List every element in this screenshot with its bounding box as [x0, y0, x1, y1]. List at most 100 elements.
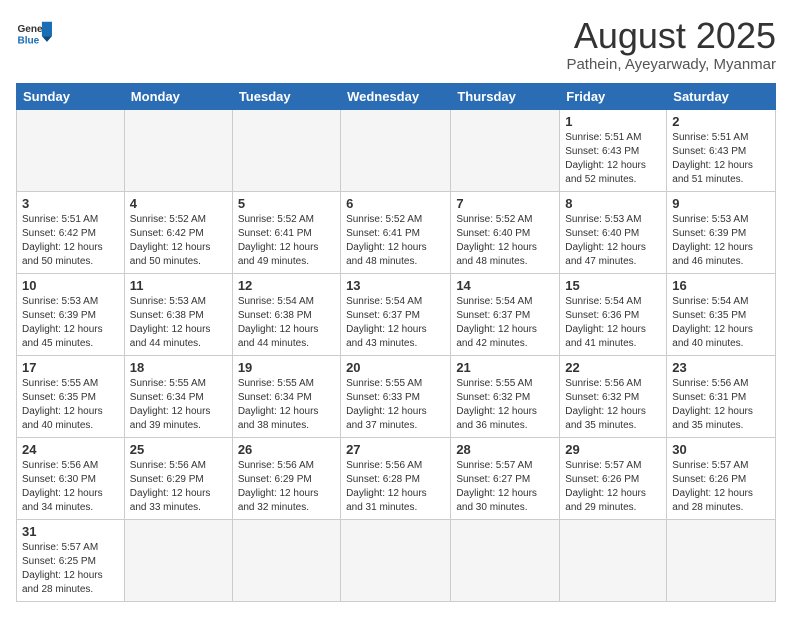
calendar-cell: 1Sunrise: 5:51 AM Sunset: 6:43 PM Daylig…: [560, 109, 667, 191]
calendar-cell: 13 Sunrise: 5:54 AM Sunset: 6:37 PM Dayli…: [341, 273, 451, 355]
calendar-title: August 2025: [566, 16, 776, 56]
day-number: 5: [238, 196, 335, 211]
calendar-cell: 21 Sunrise: 5:55 AM Sunset: 6:32 PM Dayli…: [451, 355, 560, 437]
day-info: Sunrise: 5:55 AM Sunset: 6:34 PM Dayligh…: [130, 377, 227, 433]
day-number: 31: [22, 524, 119, 539]
day-number: 26: [238, 442, 335, 457]
weekday-header-monday: Monday: [124, 83, 232, 109]
calendar-cell: [124, 109, 232, 191]
calendar-cell: [17, 109, 125, 191]
day-number: 13: [346, 278, 445, 293]
calendar-cell: [667, 519, 776, 601]
calendar-cell: [451, 519, 560, 601]
day-info: Sunrise: 5:52 AM Sunset: 6:40 PM Dayligh…: [456, 213, 554, 269]
day-info: Sunrise: 5:57 AM Sunset: 6:26 PM Dayligh…: [672, 459, 770, 515]
day-number: 28: [456, 442, 554, 457]
calendar-cell: 15Sunrise: 5:54 AM Sunset: 6:36 PM Dayli…: [560, 273, 667, 355]
calendar-cell: 6 Sunrise: 5:52 AM Sunset: 6:41 PM Daylig…: [341, 191, 451, 273]
weekday-header-sunday: Sunday: [17, 83, 125, 109]
day-number: 12: [238, 278, 335, 293]
calendar-cell: 27Sunrise: 5:56 AM Sunset: 6:28 PM Dayli…: [341, 437, 451, 519]
day-number: 3: [22, 196, 119, 211]
day-info: Sunrise: 5:52 AM Sunset: 6:42 PM Dayligh…: [130, 213, 227, 269]
svg-text:Blue: Blue: [17, 35, 39, 46]
calendar-cell: 28 Sunrise: 5:57 AM Sunset: 6:27 PM Dayli…: [451, 437, 560, 519]
day-number: 17: [22, 360, 119, 375]
calendar-cell: 31Sunrise: 5:57 AM Sunset: 6:25 PM Dayli…: [17, 519, 125, 601]
calendar-cell: 23Sunrise: 5:56 AM Sunset: 6:31 PM Dayli…: [667, 355, 776, 437]
day-number: 21: [456, 360, 554, 375]
day-info: Sunrise: 5:53 AM Sunset: 6:39 PM Dayligh…: [672, 213, 770, 269]
day-number: 2: [672, 114, 770, 129]
day-info: Sunrise: 5:52 AM Sunset: 6:41 PM Dayligh…: [346, 213, 445, 269]
day-number: 8: [565, 196, 661, 211]
calendar-cell: 29 Sunrise: 5:57 AM Sunset: 6:26 PM Dayli…: [560, 437, 667, 519]
day-number: 29: [565, 442, 661, 457]
calendar-cell: 22Sunrise: 5:56 AM Sunset: 6:32 PM Dayli…: [560, 355, 667, 437]
calendar-cell: 18Sunrise: 5:55 AM Sunset: 6:34 PM Dayli…: [124, 355, 232, 437]
day-info: Sunrise: 5:55 AM Sunset: 6:32 PM Dayligh…: [456, 377, 554, 433]
calendar-cell: 25 Sunrise: 5:56 AM Sunset: 6:29 PM Dayli…: [124, 437, 232, 519]
day-number: 24: [22, 442, 119, 457]
calendar-cell: 5 Sunrise: 5:52 AM Sunset: 6:41 PM Daylig…: [232, 191, 340, 273]
weekday-header-wednesday: Wednesday: [341, 83, 451, 109]
day-info: Sunrise: 5:56 AM Sunset: 6:29 PM Dayligh…: [130, 459, 227, 515]
weekday-header-friday: Friday: [560, 83, 667, 109]
calendar-cell: [451, 109, 560, 191]
weekday-header-row: SundayMondayTuesdayWednesdayThursdayFrid…: [17, 83, 776, 109]
day-number: 20: [346, 360, 445, 375]
day-info: Sunrise: 5:51 AM Sunset: 6:42 PM Dayligh…: [22, 213, 119, 269]
calendar-cell: 9Sunrise: 5:53 AM Sunset: 6:39 PM Daylig…: [667, 191, 776, 273]
week-row-2: 10Sunrise: 5:53 AM Sunset: 6:39 PM Dayli…: [17, 273, 776, 355]
calendar-cell: 11 Sunrise: 5:53 AM Sunset: 6:38 PM Dayli…: [124, 273, 232, 355]
day-info: Sunrise: 5:53 AM Sunset: 6:38 PM Dayligh…: [130, 295, 227, 351]
day-info: Sunrise: 5:56 AM Sunset: 6:29 PM Dayligh…: [238, 459, 335, 515]
calendar-cell: 14Sunrise: 5:54 AM Sunset: 6:37 PM Dayli…: [451, 273, 560, 355]
day-info: Sunrise: 5:54 AM Sunset: 6:37 PM Dayligh…: [456, 295, 554, 351]
logo: General Blue: [16, 16, 52, 52]
calendar-cell: 2Sunrise: 5:51 AM Sunset: 6:43 PM Daylig…: [667, 109, 776, 191]
calendar-cell: [232, 519, 340, 601]
day-info: Sunrise: 5:57 AM Sunset: 6:27 PM Dayligh…: [456, 459, 554, 515]
calendar-cell: 3 Sunrise: 5:51 AM Sunset: 6:42 PM Daylig…: [17, 191, 125, 273]
day-info: Sunrise: 5:54 AM Sunset: 6:38 PM Dayligh…: [238, 295, 335, 351]
day-info: Sunrise: 5:54 AM Sunset: 6:35 PM Dayligh…: [672, 295, 770, 351]
page-header: General Blue August 2025 Pathein, Ayeyar…: [16, 16, 776, 73]
day-info: Sunrise: 5:56 AM Sunset: 6:31 PM Dayligh…: [672, 377, 770, 433]
calendar-cell: 17Sunrise: 5:55 AM Sunset: 6:35 PM Dayli…: [17, 355, 125, 437]
day-number: 22: [565, 360, 661, 375]
calendar-cell: [341, 519, 451, 601]
day-info: Sunrise: 5:54 AM Sunset: 6:36 PM Dayligh…: [565, 295, 661, 351]
day-number: 1: [565, 114, 661, 129]
week-row-3: 17Sunrise: 5:55 AM Sunset: 6:35 PM Dayli…: [17, 355, 776, 437]
calendar-cell: 16 Sunrise: 5:54 AM Sunset: 6:35 PM Dayli…: [667, 273, 776, 355]
day-number: 6: [346, 196, 445, 211]
calendar-cell: 8 Sunrise: 5:53 AM Sunset: 6:40 PM Daylig…: [560, 191, 667, 273]
calendar-cell: 7Sunrise: 5:52 AM Sunset: 6:40 PM Daylig…: [451, 191, 560, 273]
week-row-4: 24Sunrise: 5:56 AM Sunset: 6:30 PM Dayli…: [17, 437, 776, 519]
week-row-0: 1Sunrise: 5:51 AM Sunset: 6:43 PM Daylig…: [17, 109, 776, 191]
day-info: Sunrise: 5:55 AM Sunset: 6:33 PM Dayligh…: [346, 377, 445, 433]
day-info: Sunrise: 5:52 AM Sunset: 6:41 PM Dayligh…: [238, 213, 335, 269]
day-number: 4: [130, 196, 227, 211]
calendar-subtitle: Pathein, Ayeyarwady, Myanmar: [566, 56, 776, 73]
calendar-cell: [341, 109, 451, 191]
week-row-5: 31Sunrise: 5:57 AM Sunset: 6:25 PM Dayli…: [17, 519, 776, 601]
calendar-cell: [232, 109, 340, 191]
calendar-cell: 12 Sunrise: 5:54 AM Sunset: 6:38 PM Dayli…: [232, 273, 340, 355]
day-number: 19: [238, 360, 335, 375]
weekday-header-thursday: Thursday: [451, 83, 560, 109]
day-number: 16: [672, 278, 770, 293]
day-number: 27: [346, 442, 445, 457]
day-info: Sunrise: 5:54 AM Sunset: 6:37 PM Dayligh…: [346, 295, 445, 351]
title-block: August 2025 Pathein, Ayeyarwady, Myanmar: [566, 16, 776, 73]
weekday-header-saturday: Saturday: [667, 83, 776, 109]
calendar-cell: 4 Sunrise: 5:52 AM Sunset: 6:42 PM Daylig…: [124, 191, 232, 273]
day-number: 25: [130, 442, 227, 457]
week-row-1: 3 Sunrise: 5:51 AM Sunset: 6:42 PM Daylig…: [17, 191, 776, 273]
day-number: 11: [130, 278, 227, 293]
day-info: Sunrise: 5:57 AM Sunset: 6:26 PM Dayligh…: [565, 459, 661, 515]
calendar-cell: 24Sunrise: 5:56 AM Sunset: 6:30 PM Dayli…: [17, 437, 125, 519]
day-info: Sunrise: 5:53 AM Sunset: 6:39 PM Dayligh…: [22, 295, 119, 351]
day-info: Sunrise: 5:53 AM Sunset: 6:40 PM Dayligh…: [565, 213, 661, 269]
